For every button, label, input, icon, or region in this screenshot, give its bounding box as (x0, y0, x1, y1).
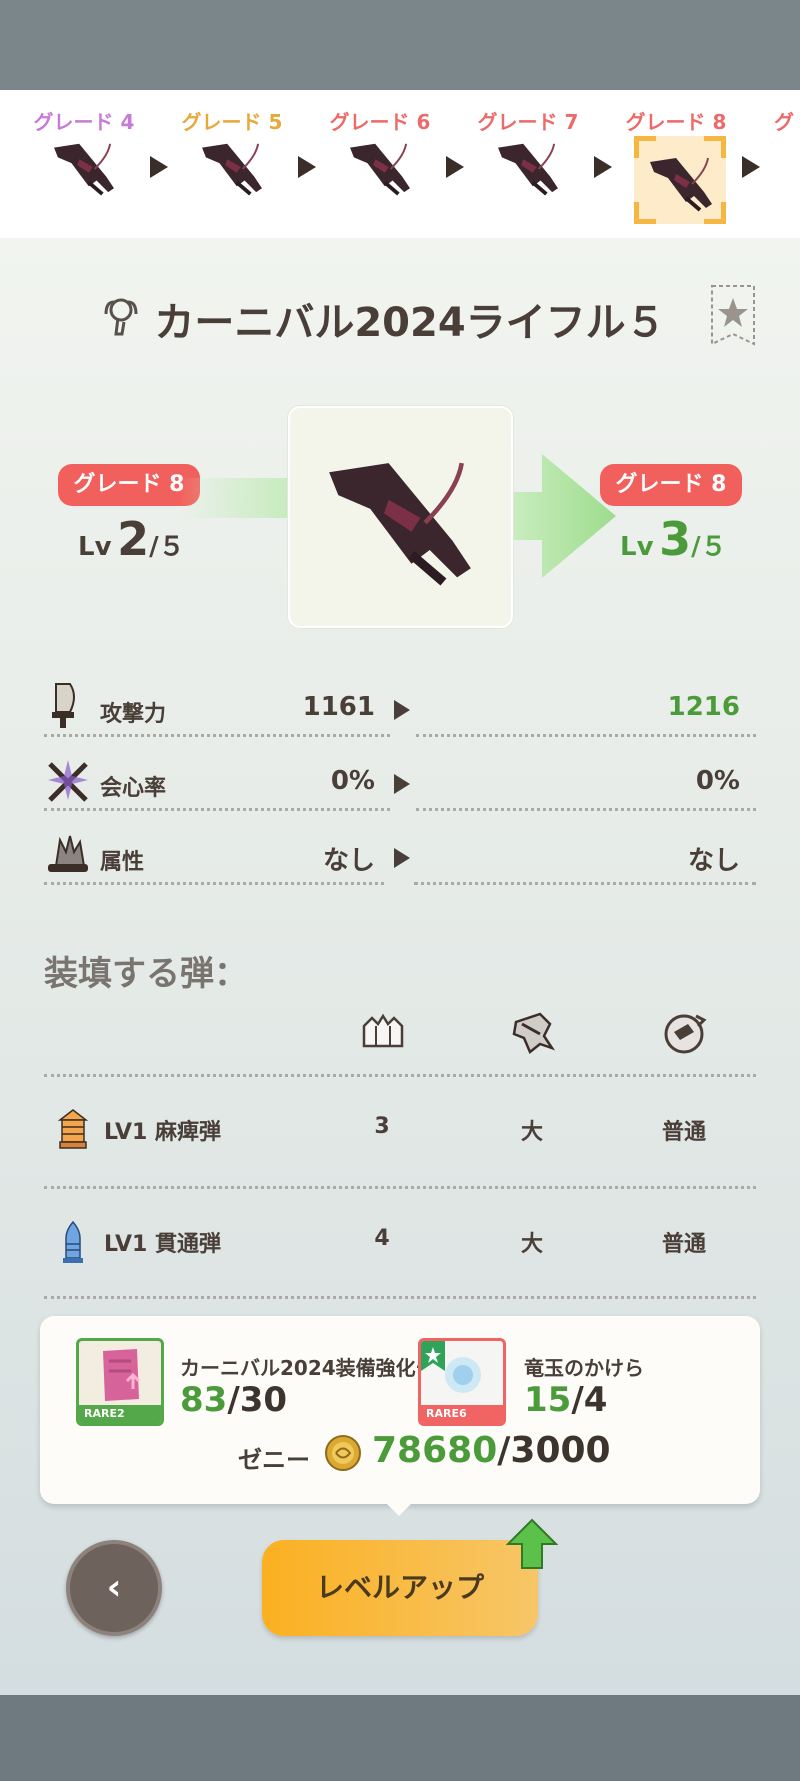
current-grade-badge: グレード 8 (58, 464, 200, 506)
recoil-icon (512, 1012, 556, 1055)
progress-glow (180, 478, 290, 518)
dragon-gem-icon (421, 1341, 481, 1393)
stat-next: 1216 (667, 692, 740, 722)
next-level: Lv 3/５ (620, 512, 727, 566)
affinity-icon (48, 760, 88, 802)
rarity-tag: RARE2 (79, 1405, 161, 1423)
grade-tab-7[interactable]: グレード 7 (468, 90, 588, 238)
current-level: Lv 2/５ (78, 512, 185, 566)
ticket-icon (103, 1349, 141, 1401)
grade-selector: グレード 4 グレード 5 グレード 6 グレード 7 グレード 8 グ (0, 90, 800, 238)
ammo-capacity: 3 (374, 1114, 390, 1139)
grade-tab-6[interactable]: グレード 6 (320, 90, 440, 238)
grade-tab-4[interactable]: グレード 4 (24, 90, 144, 238)
stat-row-element: 属性 なし なし (0, 826, 800, 900)
arrow-right-icon (298, 156, 316, 178)
pierce-ammo-icon (63, 1220, 83, 1263)
stat-label: 会心率 (100, 776, 167, 801)
ammo-row-pierce: LV1 貫通弾 4 大 普通 (0, 1190, 800, 1290)
grade-tab-8-selected[interactable]: グレード 8 (616, 90, 736, 238)
weapon-name: カーニバル2024ライフル５ (154, 300, 666, 346)
zenny-count: 78680/3000 (372, 1430, 611, 1471)
grade-label: グレード 6 (329, 110, 431, 134)
material-item-1[interactable]: RARE2 (76, 1338, 164, 1426)
weapon-thumb-icon (348, 141, 412, 196)
weapon-thumb-icon (52, 141, 116, 196)
arrow-right-icon (446, 156, 464, 178)
attack-icon (52, 683, 75, 728)
grade-label: グレード 5 (181, 110, 283, 134)
arrow-right-icon (394, 848, 410, 868)
bottom-letterbox (0, 1695, 800, 1781)
light-bowgun-icon (104, 298, 138, 336)
ammo-recoil: 大 (520, 1120, 543, 1145)
ammo-reload: 普通 (661, 1120, 706, 1145)
ammo-name: LV1 貫通弾 (104, 1232, 221, 1257)
materials-panel: RARE2 カーニバル2024装備強化チケット 83/30 RARE6 竜玉のか… (40, 1316, 760, 1504)
stat-current: なし (322, 846, 375, 876)
ammo-section-title: 装填する弾： (44, 954, 248, 994)
zenny-label: ゼニー (238, 1446, 310, 1474)
rarity-tag: RARE6 (421, 1405, 503, 1423)
grade-tab-9[interactable]: グ (764, 90, 800, 238)
chevron-left-icon: ‹ (106, 1567, 122, 1608)
upgrade-panel: カーニバル2024ライフル５ グレード 8 Lv 2/５ グレード 8 Lv 3… (0, 238, 800, 1695)
capacity-icon (362, 1013, 404, 1048)
reload-icon (664, 1014, 707, 1054)
back-button[interactable]: ‹ (66, 1540, 162, 1636)
paralysis-ammo-icon (57, 1109, 89, 1149)
stat-label: 攻撃力 (100, 702, 167, 727)
material-count: 15/4 (524, 1380, 608, 1420)
zenny-coin-icon (325, 1435, 361, 1471)
grade-label: グレード 8 (625, 110, 727, 134)
level-up-button[interactable]: レベルアップ (262, 1540, 538, 1636)
stat-label: 属性 (100, 850, 145, 875)
grade-label: グレード 7 (477, 110, 579, 134)
level-up-label: レベルアップ (315, 1571, 484, 1604)
ammo-reload: 普通 (661, 1232, 706, 1257)
ammo-row-paralysis: LV1 麻痺弾 3 大 普通 (0, 1078, 800, 1178)
material-count: 83/30 (180, 1380, 288, 1420)
next-grade-badge: グレード 8 (600, 464, 742, 506)
arrow-right-icon (394, 774, 410, 794)
arrow-right-icon (594, 156, 612, 178)
star-icon[interactable] (710, 284, 756, 346)
weapon-preview (288, 406, 513, 628)
stat-current: 1161 (302, 692, 375, 722)
element-icon (48, 835, 88, 872)
up-arrow-icon (506, 1518, 558, 1569)
stat-current: 0% (330, 766, 375, 796)
material-item-2[interactable]: RARE6 (418, 1338, 506, 1426)
ammo-capacity: 4 (374, 1226, 390, 1251)
arrow-right-icon (742, 156, 760, 178)
weapon-thumb-icon (496, 141, 560, 196)
ammo-name: LV1 麻痺弾 (104, 1120, 221, 1145)
weapon-image-icon (320, 448, 480, 588)
materials-panel-pointer (385, 1502, 413, 1516)
stat-next: 0% (695, 766, 740, 796)
grade-label: グ (774, 110, 794, 134)
arrow-right-icon (150, 156, 168, 178)
stat-next: なし (687, 846, 740, 876)
material-name: 竜玉のかけら (524, 1356, 644, 1380)
stat-row-attack: 攻撃力 1161 1216 (0, 678, 800, 752)
grade-label: グレード 4 (33, 110, 135, 134)
selected-frame (634, 136, 726, 224)
weapon-thumb-icon (200, 141, 264, 196)
stat-row-affinity: 会心率 0% 0% (0, 752, 800, 826)
grade-tab-5[interactable]: グレード 5 (172, 90, 292, 238)
arrow-right-icon (394, 700, 410, 720)
weapon-thumb-icon (648, 156, 714, 212)
top-letterbox (0, 0, 800, 90)
ammo-recoil: 大 (520, 1232, 543, 1257)
